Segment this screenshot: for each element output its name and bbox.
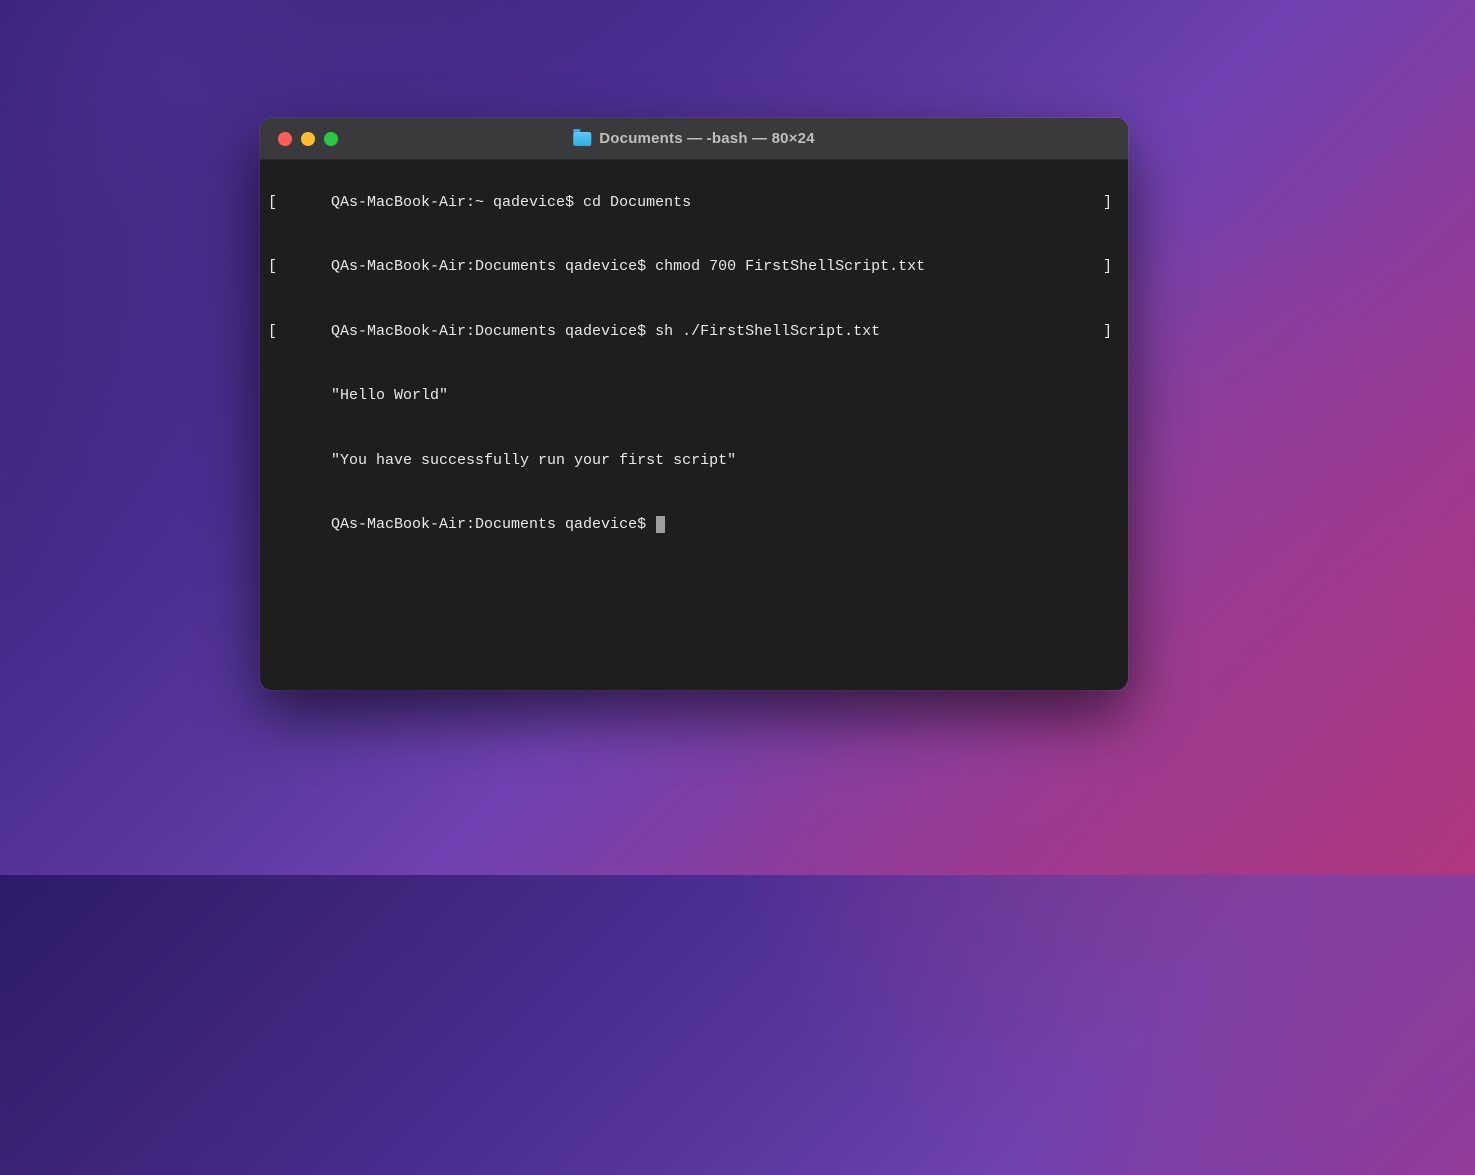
terminal-body[interactable]: [QAs-MacBook-Air:~ qadevice$ cd Document… bbox=[260, 160, 1128, 690]
terminal-line: "You have successfully run your first sc… bbox=[268, 428, 1120, 493]
terminal-prompt: QAs-MacBook-Air:Documents qadevice$ bbox=[331, 516, 655, 533]
terminal-text: QAs-MacBook-Air:Documents qadevice$ sh .… bbox=[322, 323, 880, 340]
window-title: Documents — -bash — 80×24 bbox=[599, 130, 814, 147]
minimize-button[interactable] bbox=[301, 132, 315, 146]
terminal-line: "Hello World" bbox=[268, 364, 1120, 429]
terminal-window: Documents — -bash — 80×24 [QAs-MacBook-A… bbox=[260, 118, 1128, 690]
terminal-output: "Hello World" bbox=[322, 387, 448, 404]
terminal-text: QAs-MacBook-Air:~ qadevice$ cd Documents bbox=[322, 194, 691, 211]
cursor-icon bbox=[656, 516, 665, 533]
terminal-prompt-line[interactable]: QAs-MacBook-Air:Documents qadevice$ bbox=[268, 493, 1120, 558]
terminal-line: [QAs-MacBook-Air:Documents qadevice$ chm… bbox=[268, 235, 1120, 300]
folder-icon bbox=[573, 132, 591, 146]
terminal-output: "You have successfully run your first sc… bbox=[322, 452, 736, 469]
terminal-text: QAs-MacBook-Air:Documents qadevice$ chmo… bbox=[322, 258, 925, 275]
traffic-lights bbox=[278, 132, 338, 146]
title-bar[interactable]: Documents — -bash — 80×24 bbox=[260, 118, 1128, 160]
close-button[interactable] bbox=[278, 132, 292, 146]
title-container: Documents — -bash — 80×24 bbox=[573, 130, 814, 147]
maximize-button[interactable] bbox=[324, 132, 338, 146]
terminal-line: [QAs-MacBook-Air:~ qadevice$ cd Document… bbox=[268, 170, 1120, 235]
terminal-line: [QAs-MacBook-Air:Documents qadevice$ sh … bbox=[268, 299, 1120, 364]
